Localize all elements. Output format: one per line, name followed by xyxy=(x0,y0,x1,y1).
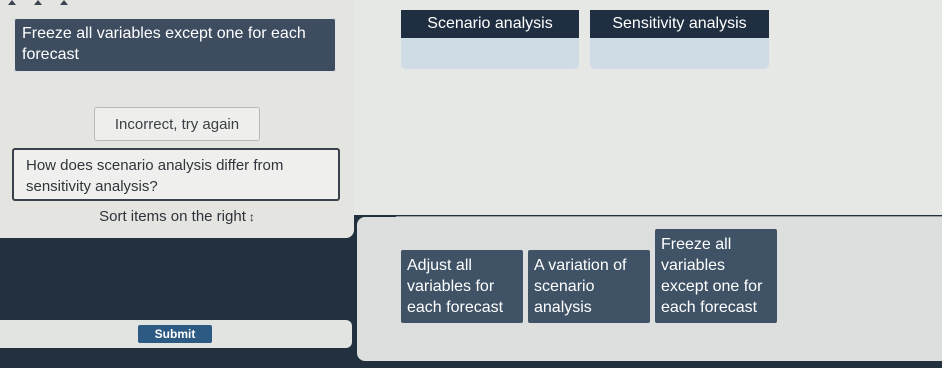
top-toolbar xyxy=(8,0,68,8)
drop-zone-sensitivity-analysis[interactable] xyxy=(590,38,769,69)
triangle-icon xyxy=(8,0,16,5)
submit-button[interactable]: Submit xyxy=(138,325,212,343)
sort-instruction-text: Sort items on the right xyxy=(99,208,246,225)
drop-zone-scenario-analysis[interactable] xyxy=(401,38,579,69)
up-down-arrows-icon: ↕ xyxy=(248,210,255,224)
item-card-variation-of-scenario-analysis[interactable]: A variation of scenario analysis xyxy=(528,250,650,323)
category-header-sensitivity-analysis: Sensitivity analysis xyxy=(590,10,769,38)
triangle-icon xyxy=(60,0,68,5)
item-card-freeze-all-variables[interactable]: Freeze all variables except one for each… xyxy=(655,229,777,323)
category-header-scenario-analysis: Scenario analysis xyxy=(401,10,579,38)
triangle-icon xyxy=(34,0,42,5)
item-card-adjust-all-variables[interactable]: Adjust all variables for each forecast xyxy=(401,250,523,323)
sort-instruction: Sort items on the right ↕ xyxy=(0,208,354,225)
question-prompt: How does scenario analysis differ from s… xyxy=(12,148,340,201)
feedback-message: Incorrect, try again xyxy=(94,107,260,141)
question-panel: Freeze all variables except one for each… xyxy=(0,0,354,238)
placed-answer-card[interactable]: Freeze all variables except one for each… xyxy=(14,18,336,72)
